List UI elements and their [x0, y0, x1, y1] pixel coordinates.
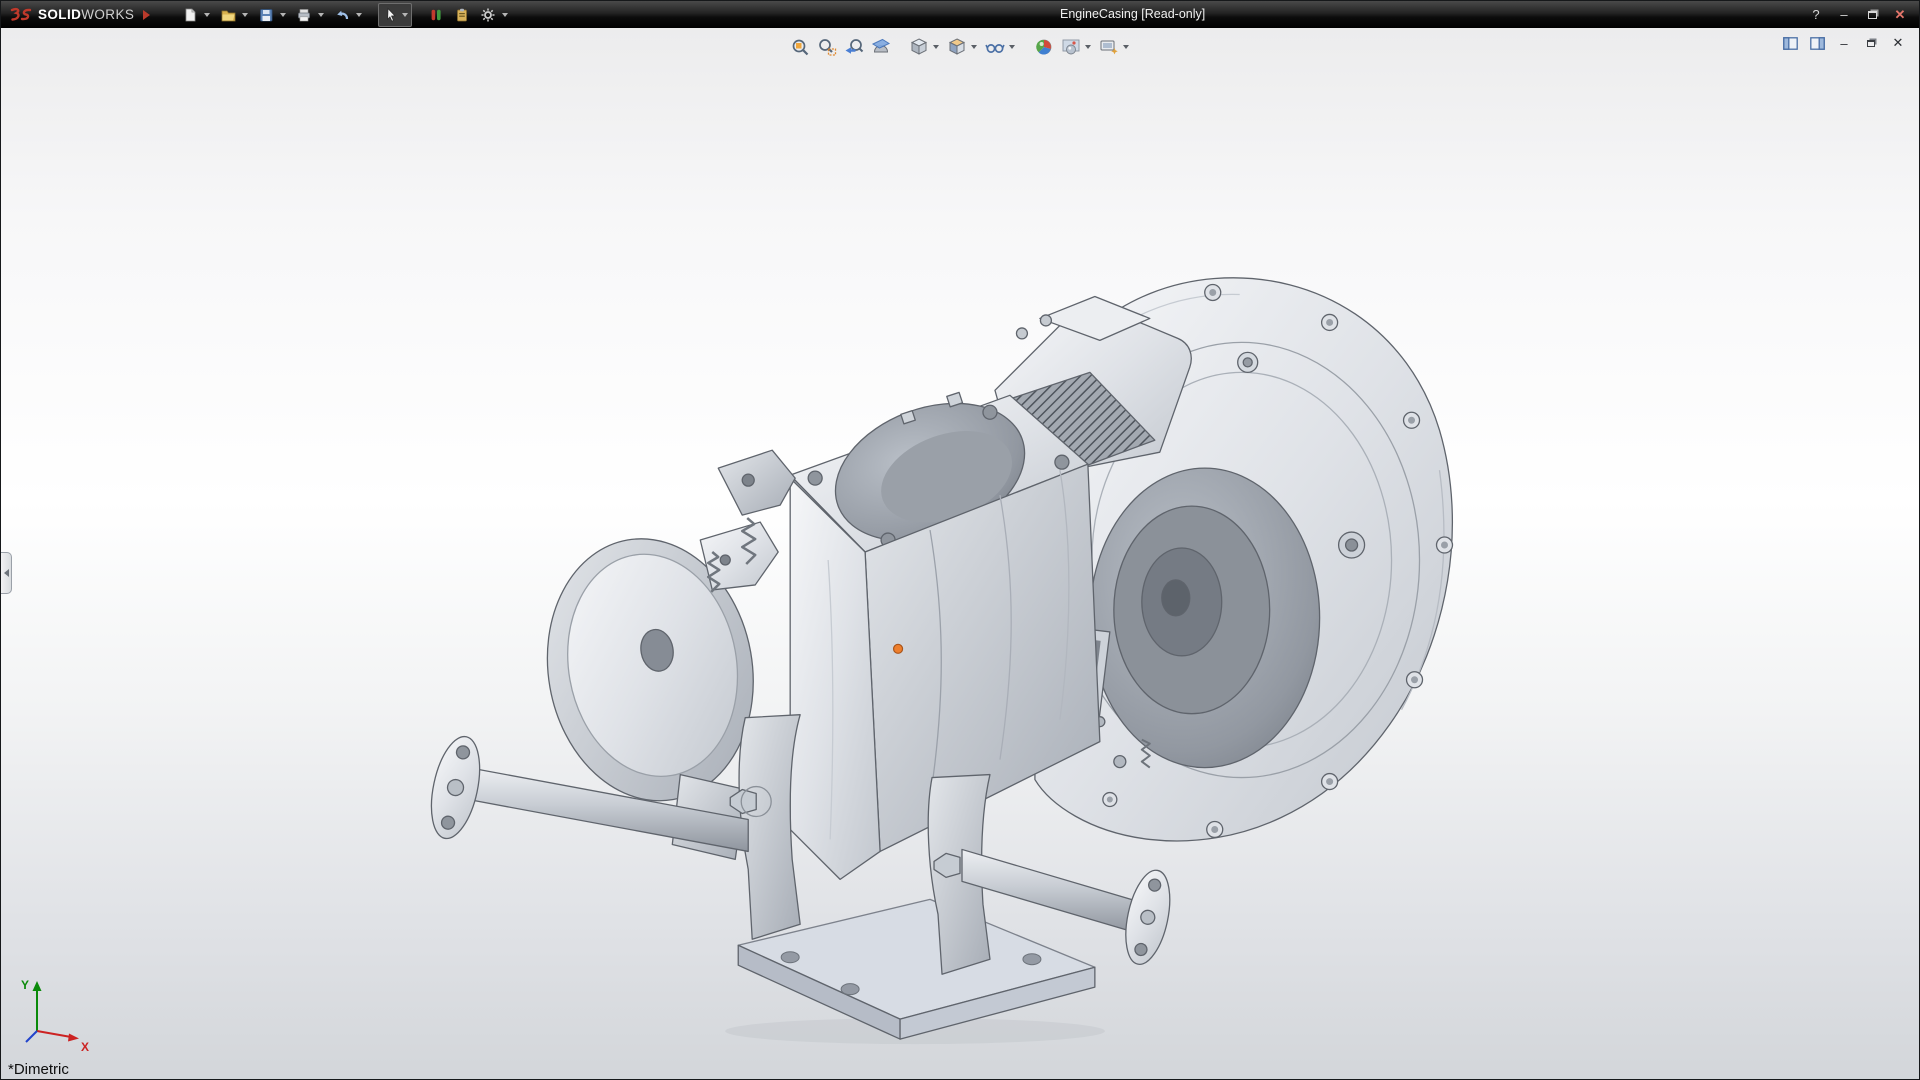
solidworks-logo: SOLIDWORKS: [1, 7, 160, 22]
view-orientation-button[interactable]: [907, 35, 931, 59]
print-caret[interactable]: [318, 13, 324, 17]
restore-window-icon: [1868, 11, 1877, 19]
options-button[interactable]: [476, 4, 500, 26]
display-style-icon: [947, 37, 967, 57]
solidworks-logo-icon: [9, 7, 33, 22]
hide-show-glasses-icon: [985, 37, 1005, 57]
view-orientation-cube-icon: [909, 37, 929, 57]
view-settings-button[interactable]: [1097, 35, 1121, 59]
zoom-to-fit-icon: [790, 37, 810, 57]
options-gear-icon: [480, 7, 496, 23]
section-view-icon: [871, 37, 891, 57]
select-cursor-icon: [383, 7, 399, 23]
menu-expand-arrow[interactable]: [143, 10, 150, 20]
zoom-to-area-icon: [817, 37, 837, 57]
view-settings-caret[interactable]: [1123, 45, 1129, 49]
document-window-controls: – ✕: [1781, 35, 1907, 51]
hide-show-items-caret[interactable]: [1009, 45, 1015, 49]
pane-left-button[interactable]: [1781, 35, 1799, 51]
zoom-to-area-button[interactable]: [815, 35, 839, 59]
feature-panel-collapse-tab[interactable]: [1, 552, 12, 594]
display-style-button[interactable]: [945, 35, 969, 59]
previous-view-icon: [844, 37, 864, 57]
document-title: EngineCasing [Read-only]: [346, 1, 1919, 28]
graphics-area[interactable]: – ✕ Y X *Dimetric: [1, 28, 1919, 1079]
solidworks-window: SOLIDWORKS: [0, 0, 1920, 1080]
edit-appearance-ball-icon: [1034, 37, 1054, 57]
print-icon: [296, 7, 312, 23]
selection-point-marker[interactable]: [894, 644, 903, 653]
view-settings-icon: [1099, 37, 1119, 57]
select-tool-group: [378, 3, 412, 27]
apply-scene-icon: [1061, 37, 1081, 57]
new-document-caret[interactable]: [204, 13, 210, 17]
open-folder-icon: [220, 7, 236, 23]
collapse-arrow-icon: [4, 569, 9, 577]
save-icon: [258, 7, 274, 23]
apply-scene-button[interactable]: [1059, 35, 1083, 59]
brand-name: SOLIDWORKS: [38, 7, 134, 22]
y-axis-label: Y: [21, 978, 29, 992]
doc-restore-button[interactable]: [1862, 35, 1880, 51]
doc-restore-icon: [1867, 40, 1875, 47]
restore-window-button[interactable]: [1863, 6, 1881, 24]
apply-scene-caret[interactable]: [1085, 45, 1091, 49]
zoom-to-fit-button[interactable]: [788, 35, 812, 59]
engine-casing-model[interactable]: [1, 28, 1919, 1079]
quick-access-toolbar: [178, 3, 512, 27]
select-tool-button[interactable]: [381, 4, 401, 26]
title-bar: SOLIDWORKS: [1, 1, 1919, 28]
pane-left-icon: [1783, 37, 1798, 50]
help-button[interactable]: ?: [1807, 6, 1825, 24]
options-caret[interactable]: [502, 13, 508, 17]
new-document-button[interactable]: [178, 4, 202, 26]
heads-up-view-toolbar: [788, 35, 1132, 59]
open-button[interactable]: [216, 4, 240, 26]
pane-right-icon: [1810, 37, 1825, 50]
save-button[interactable]: [254, 4, 278, 26]
close-window-button[interactable]: ✕: [1891, 6, 1909, 24]
z-axis-arrow: [26, 1031, 37, 1042]
display-style-caret[interactable]: [971, 45, 977, 49]
section-view-button[interactable]: [869, 35, 893, 59]
window-controls: ? – ✕: [1807, 6, 1919, 24]
x-axis-label: X: [81, 1040, 89, 1053]
undo-icon: [334, 7, 350, 23]
view-orientation-caret[interactable]: [933, 45, 939, 49]
doc-minimize-button[interactable]: –: [1835, 35, 1853, 51]
open-caret[interactable]: [242, 13, 248, 17]
orientation-triad: Y X: [15, 973, 93, 1053]
rebuild-button[interactable]: [424, 4, 448, 26]
hide-show-items-button[interactable]: [983, 35, 1007, 59]
minimize-window-button[interactable]: –: [1835, 6, 1853, 24]
file-properties-icon: [454, 7, 470, 23]
file-properties-button[interactable]: [450, 4, 474, 26]
x-axis-arrow: [68, 1034, 79, 1042]
undo-caret[interactable]: [356, 13, 362, 17]
doc-close-button[interactable]: ✕: [1889, 35, 1907, 51]
engine-casing-geometry[interactable]: [423, 278, 1452, 1044]
view-orientation-label: *Dimetric: [8, 1061, 69, 1078]
print-button[interactable]: [292, 4, 316, 26]
undo-button[interactable]: [330, 4, 354, 26]
previous-view-button[interactable]: [842, 35, 866, 59]
save-caret[interactable]: [280, 13, 286, 17]
select-tool-caret[interactable]: [402, 13, 408, 17]
edit-appearance-button[interactable]: [1032, 35, 1056, 59]
new-document-icon: [182, 7, 198, 23]
rebuild-icon: [428, 7, 444, 23]
pane-right-button[interactable]: [1808, 35, 1826, 51]
y-axis-arrow: [33, 981, 42, 991]
